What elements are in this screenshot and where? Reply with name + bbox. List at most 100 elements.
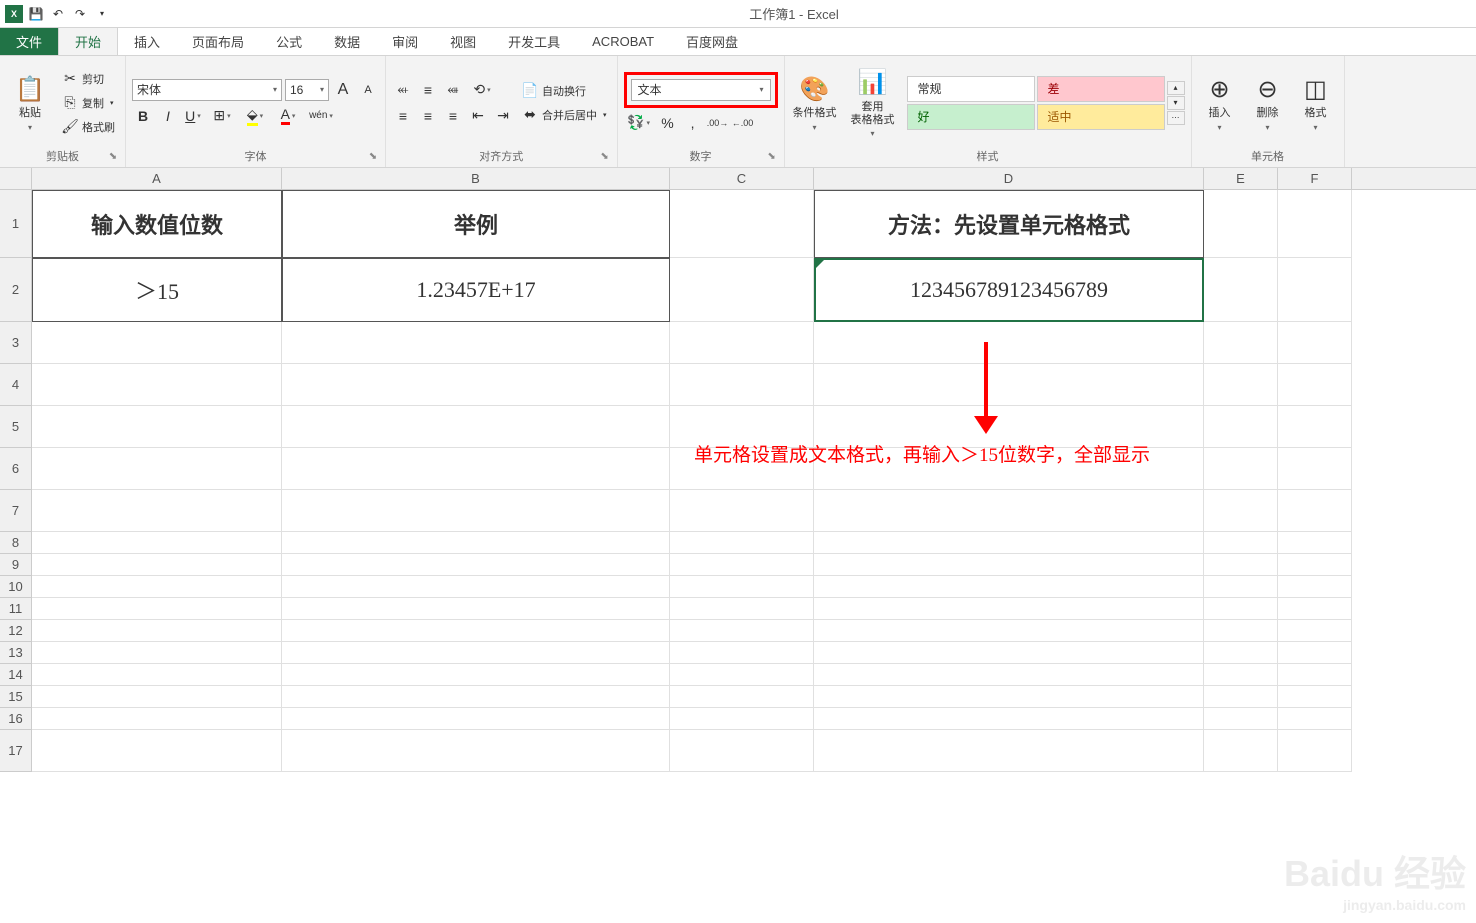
table-format-button[interactable]: 📊 套用 表格格式 ▾	[843, 63, 903, 143]
cell-D17[interactable]	[814, 730, 1204, 772]
cell-D14[interactable]	[814, 664, 1204, 686]
style-good[interactable]: 好	[907, 104, 1035, 130]
cell-C17[interactable]	[670, 730, 814, 772]
cell-E8[interactable]	[1204, 532, 1278, 554]
clipboard-dialog-launcher[interactable]: ⬊	[107, 151, 119, 163]
cell-F1[interactable]	[1278, 190, 1352, 258]
decrease-font-icon[interactable]: A	[357, 79, 379, 101]
cell-E9[interactable]	[1204, 554, 1278, 576]
cell-D12[interactable]	[814, 620, 1204, 642]
fill-color-button[interactable]: ⬙▾	[240, 105, 270, 127]
cell-D9[interactable]	[814, 554, 1204, 576]
cell-C16[interactable]	[670, 708, 814, 730]
bold-button[interactable]: B	[132, 105, 154, 127]
qat-customize-icon[interactable]: ▾	[92, 4, 112, 24]
align-left-icon[interactable]: ≡	[392, 105, 414, 127]
cell-B8[interactable]	[282, 532, 670, 554]
tab-home[interactable]: 开始	[58, 28, 118, 55]
cell-A6[interactable]	[32, 448, 282, 490]
cell-A17[interactable]	[32, 730, 282, 772]
cell-B12[interactable]	[282, 620, 670, 642]
cell-A7[interactable]	[32, 490, 282, 532]
cell-F8[interactable]	[1278, 532, 1352, 554]
cell-C13[interactable]	[670, 642, 814, 664]
row-header-5[interactable]: 5	[0, 406, 32, 448]
phonetic-button[interactable]: wén▾	[306, 105, 336, 127]
cell-C11[interactable]	[670, 598, 814, 620]
cell-C3[interactable]	[670, 322, 814, 364]
cell-C15[interactable]	[670, 686, 814, 708]
cell-C7[interactable]	[670, 490, 814, 532]
cell-E15[interactable]	[1204, 686, 1278, 708]
align-right-icon[interactable]: ≡	[442, 105, 464, 127]
cell-B17[interactable]	[282, 730, 670, 772]
col-header-A[interactable]: A	[32, 168, 282, 189]
cell-E5[interactable]	[1204, 406, 1278, 448]
align-middle-icon[interactable]: ≡	[417, 79, 439, 101]
cell-E14[interactable]	[1204, 664, 1278, 686]
orientation-icon[interactable]: ⟲▾	[467, 79, 497, 101]
cell-B2[interactable]: 1.23457E+17	[282, 258, 670, 322]
cell-A8[interactable]	[32, 532, 282, 554]
font-color-button[interactable]: A▾	[273, 105, 303, 127]
tab-formulas[interactable]: 公式	[260, 28, 318, 55]
delete-cells-button[interactable]: ⊖ 删除 ▾	[1246, 63, 1290, 143]
styles-scroll-down-icon[interactable]: ▾	[1167, 96, 1185, 110]
cell-E11[interactable]	[1204, 598, 1278, 620]
font-size-combo[interactable]: 16▾	[285, 79, 329, 101]
style-neutral[interactable]: 适中	[1037, 104, 1165, 130]
cell-C12[interactable]	[670, 620, 814, 642]
cell-D16[interactable]	[814, 708, 1204, 730]
cell-D10[interactable]	[814, 576, 1204, 598]
cell-C14[interactable]	[670, 664, 814, 686]
cell-B10[interactable]	[282, 576, 670, 598]
cell-E3[interactable]	[1204, 322, 1278, 364]
cell-F3[interactable]	[1278, 322, 1352, 364]
insert-cells-button[interactable]: ⊕ 插入 ▾	[1198, 63, 1242, 143]
cell-E10[interactable]	[1204, 576, 1278, 598]
cell-A4[interactable]	[32, 364, 282, 406]
col-header-E[interactable]: E	[1204, 168, 1278, 189]
tab-developer[interactable]: 开发工具	[492, 28, 576, 55]
border-button[interactable]: ⊞▾	[207, 105, 237, 127]
number-dialog-launcher[interactable]: ⬊	[766, 151, 778, 163]
font-name-combo[interactable]: 宋体▾	[132, 79, 282, 101]
copy-button[interactable]: ⎘复制▾	[58, 92, 119, 114]
cell-A14[interactable]	[32, 664, 282, 686]
tab-file[interactable]: 文件	[0, 28, 58, 55]
cell-D2[interactable]: 123456789123456789	[814, 258, 1204, 322]
cell-F11[interactable]	[1278, 598, 1352, 620]
row-header-4[interactable]: 4	[0, 364, 32, 406]
row-header-8[interactable]: 8	[0, 532, 32, 554]
cell-A12[interactable]	[32, 620, 282, 642]
increase-indent-icon[interactable]: ⇥	[492, 105, 514, 127]
cell-D5[interactable]	[814, 406, 1204, 448]
save-icon[interactable]: 💾	[26, 4, 46, 24]
cell-B9[interactable]	[282, 554, 670, 576]
cell-D4[interactable]	[814, 364, 1204, 406]
tab-acrobat[interactable]: ACROBAT	[576, 28, 670, 55]
col-header-B[interactable]: B	[282, 168, 670, 189]
row-header-17[interactable]: 17	[0, 730, 32, 772]
cell-A1[interactable]: 输入数值位数	[32, 190, 282, 258]
tab-data[interactable]: 数据	[318, 28, 376, 55]
cell-D7[interactable]	[814, 490, 1204, 532]
row-header-10[interactable]: 10	[0, 576, 32, 598]
row-header-15[interactable]: 15	[0, 686, 32, 708]
cell-B11[interactable]	[282, 598, 670, 620]
cell-A15[interactable]	[32, 686, 282, 708]
cell-E12[interactable]	[1204, 620, 1278, 642]
cell-F14[interactable]	[1278, 664, 1352, 686]
col-header-D[interactable]: D	[814, 168, 1204, 189]
row-header-3[interactable]: 3	[0, 322, 32, 364]
cell-C4[interactable]	[670, 364, 814, 406]
cell-F4[interactable]	[1278, 364, 1352, 406]
cell-A11[interactable]	[32, 598, 282, 620]
cell-F7[interactable]	[1278, 490, 1352, 532]
increase-decimal-icon[interactable]: .00→	[707, 112, 729, 134]
decrease-indent-icon[interactable]: ⇤	[467, 105, 489, 127]
cell-C6[interactable]	[670, 448, 814, 490]
tab-review[interactable]: 审阅	[376, 28, 434, 55]
merge-center-button[interactable]: ⬌合并后居中▾	[518, 104, 611, 126]
cell-B5[interactable]	[282, 406, 670, 448]
